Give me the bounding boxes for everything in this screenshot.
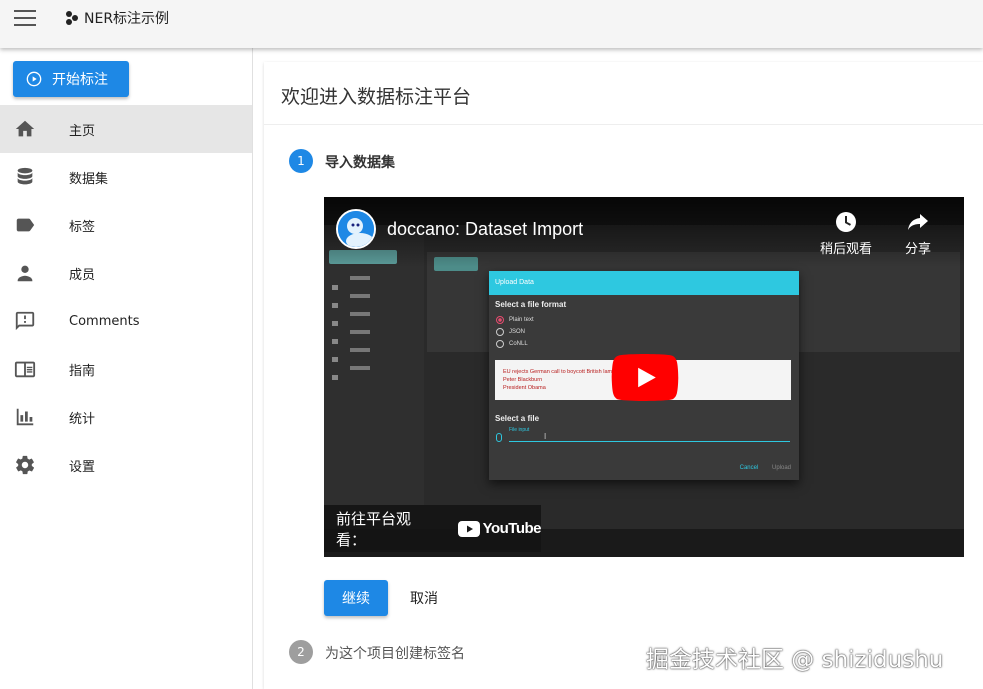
play-icon [611,354,679,401]
cancel-button[interactable]: 取消 [400,580,448,616]
sidebar-item-label: 标签 [69,219,96,235]
sidebar-item-label: 数据集 [69,171,109,187]
app-bar: NER标注示例 [0,0,983,48]
share-label: 分享 [904,242,931,257]
home-icon [14,118,36,140]
play-circle-icon [26,71,42,87]
dialog-radio-json: JSON [496,328,525,336]
share-arrow-icon [906,210,930,234]
person-icon [14,262,36,284]
watch-later-label: 稍后观看 [819,242,872,257]
gear-icon [14,454,36,476]
molecule-icon [66,11,78,25]
main-card: 欢迎进入数据标注平台 1 导入数据集 Upload Data Select a … [264,62,983,689]
sidebar-item-comments[interactable]: Comments [0,297,252,345]
dialog-file-hint: File input [509,427,530,433]
brand-name: NER标注示例 [84,11,170,27]
watermark: 掘金技术社区 @ shizidushu [646,647,944,673]
sidebar-item-members[interactable]: 成员 [0,249,252,297]
dialog-file-heading: Select a file [495,414,540,423]
dialog-header: Upload Data [489,271,799,295]
step-1-label: 导入数据集 [325,155,395,171]
dialog-radio-conll: CoNLL [496,340,528,348]
sidebar-item-label: 成员 [69,267,96,283]
chart-icon [14,406,36,428]
seal-logo-icon [338,211,374,247]
label-icon [14,214,36,236]
step-2-label: 为这个项目创建标签名 [325,646,465,662]
start-annotation-label: 开始标注 [52,72,108,88]
dialog-format-heading: Select a file format [495,300,567,309]
sidebar-item-label: 统计 [69,411,96,427]
dialog-file-underline [509,441,790,442]
divider [264,124,983,125]
youtube-logo: YouTube [457,520,542,537]
database-icon [14,166,36,188]
book-icon [14,358,36,380]
play-button[interactable] [611,354,679,401]
share-button[interactable]: 分享 [890,210,946,257]
youtube-wordmark: YouTube [482,520,542,537]
watch-on-label: 前往平台观看： [336,509,412,549]
text-cursor-icon: I [544,432,547,441]
sidebar-nav: 主页 数据集 标签 成员 Comments 指南 统计 设置 [0,105,252,489]
sidebar-item-label: Comments [69,313,140,329]
sidebar-item-statistics[interactable]: 统计 [0,393,252,441]
sidebar-item-guideline[interactable]: 指南 [0,345,252,393]
sidebar-item-dataset[interactable]: 数据集 [0,153,252,201]
youtube-icon [457,520,480,537]
start-annotation-button[interactable]: 开始标注 [13,61,129,97]
sidebar: 开始标注 主页 数据集 标签 成员 Comments 指南 统计 设置 [0,48,253,689]
dialog-radio-plain: Plain text [496,316,534,324]
watch-on-youtube-button[interactable]: 前往平台观看： YouTube [324,505,542,552]
continue-button[interactable]: 继续 [324,580,388,616]
paperclip-icon [496,433,502,442]
video-title-bar: doccano: Dataset Import 稍后观看 分享 [324,197,964,267]
menu-icon[interactable] [14,10,36,26]
step-2-number: 2 [289,640,313,664]
sidebar-item-settings[interactable]: 设置 [0,441,252,489]
video-title[interactable]: doccano: Dataset Import [387,219,583,240]
video-player[interactable]: Upload Data Select a file format Plain t… [324,197,964,557]
brand[interactable]: NER标注示例 [64,8,169,28]
sidebar-item-labels[interactable]: 标签 [0,201,252,249]
video-frame-sidebar [324,225,424,529]
clock-icon [834,210,858,234]
watch-later-button[interactable]: 稍后观看 [816,210,876,257]
sidebar-item-home[interactable]: 主页 [0,105,252,153]
sidebar-item-label: 设置 [69,459,96,475]
dialog-actions: Cancel Upload [739,465,791,471]
comment-icon [14,310,36,332]
channel-avatar[interactable] [336,209,376,249]
page-title: 欢迎进入数据标注平台 [281,86,472,108]
sidebar-item-label: 主页 [69,123,96,139]
sidebar-item-label: 指南 [69,363,96,379]
step-1-number: 1 [289,149,313,173]
